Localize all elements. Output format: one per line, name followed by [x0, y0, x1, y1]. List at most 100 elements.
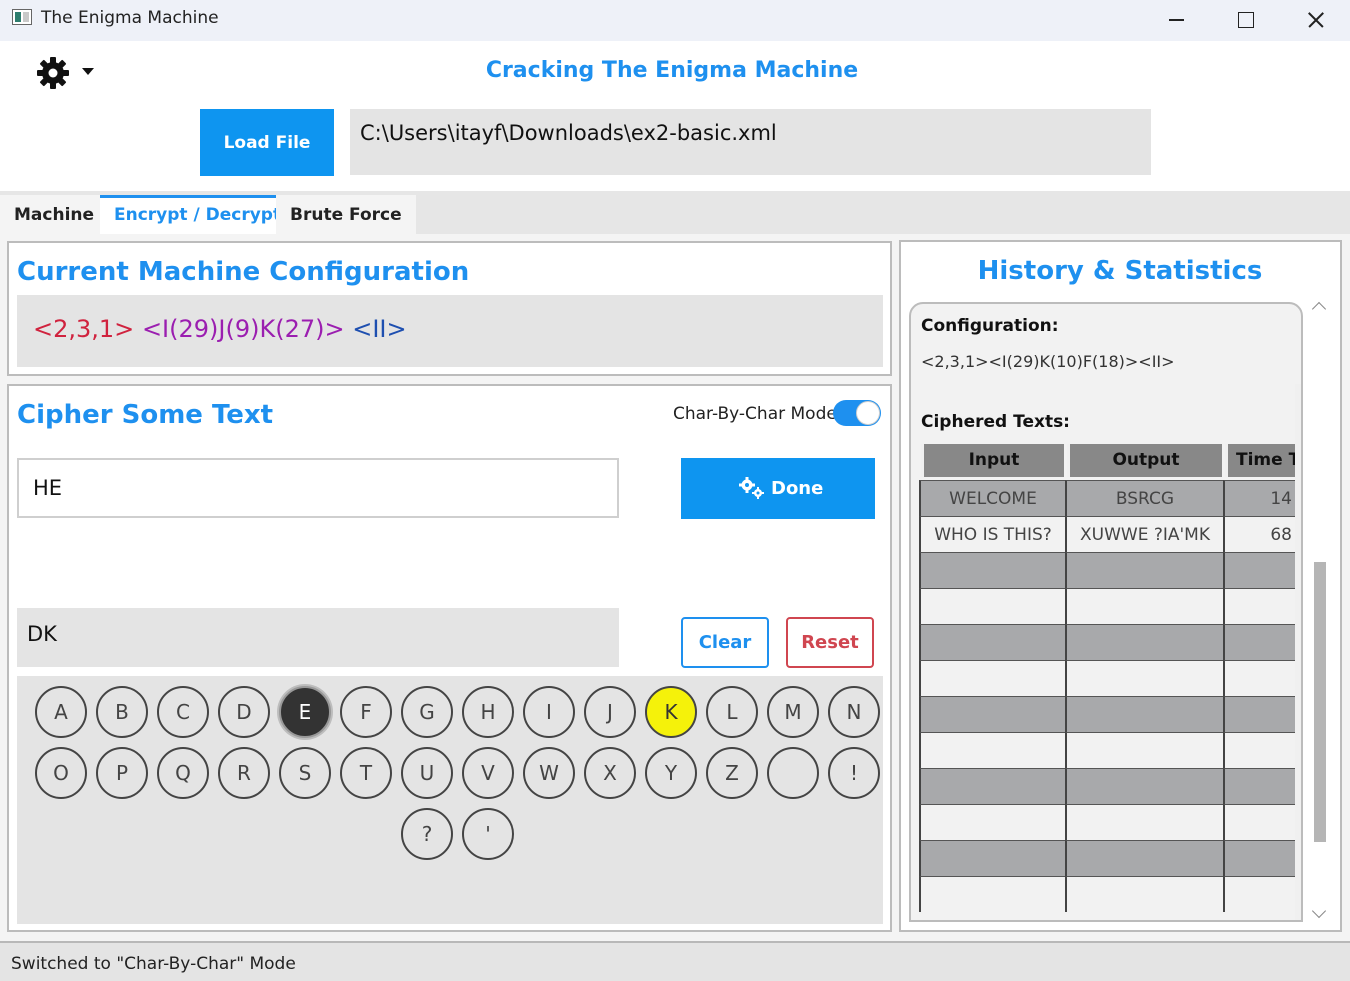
key-Q[interactable]: Q [157, 747, 209, 799]
table-cell [919, 696, 1065, 732]
table-cell [919, 660, 1065, 696]
key-W[interactable]: W [523, 747, 575, 799]
done-button[interactable]: Done [681, 458, 875, 519]
history-configuration: <2,3,1><I(29)K(10)F(18)><II> [921, 352, 1175, 371]
column-header-2[interactable]: Time T [1225, 444, 1295, 477]
config-positions: <I(29)J(9)K(27)> [141, 315, 345, 343]
toggle-knob [856, 401, 880, 425]
tab-brute-force[interactable]: Brute Force [276, 195, 416, 234]
table-cell: XUWWE ?IA'MK [1065, 516, 1223, 552]
table-cell [1223, 624, 1296, 660]
key-Y[interactable]: Y [645, 747, 697, 799]
table-cell [1065, 804, 1223, 840]
chevron-down-icon[interactable] [82, 68, 94, 75]
key-R[interactable]: R [218, 747, 270, 799]
table-cell [1065, 552, 1223, 588]
key-N[interactable]: N [828, 686, 880, 738]
minimize-icon[interactable] [1140, 0, 1210, 41]
inner-scrollbar[interactable] [1295, 384, 1301, 920]
history-title: History & Statistics [977, 256, 1263, 286]
scroll-up-icon[interactable] [1311, 301, 1327, 317]
status-text: Switched to "Char-By-Char" Mode [11, 954, 296, 974]
key-'[interactable]: ' [462, 808, 514, 860]
table-cell [1065, 768, 1223, 804]
key-?[interactable]: ? [401, 808, 453, 860]
key-T[interactable]: T [340, 747, 392, 799]
table-cell: WHO IS THIS? [919, 516, 1065, 552]
scroll-down-icon[interactable] [1311, 903, 1327, 919]
table-cell: 14 [1223, 480, 1296, 516]
key-M[interactable]: M [767, 686, 819, 738]
maximize-icon[interactable] [1210, 0, 1280, 41]
config-panel-title: Current Machine Configuration [17, 257, 470, 287]
table-cell [1223, 732, 1296, 768]
table-cell [1223, 840, 1296, 876]
table-cell [919, 732, 1065, 768]
key-S[interactable]: S [279, 747, 331, 799]
cipher-input[interactable]: HE [17, 458, 619, 518]
cipher-panel: Cipher Some Text Char-By-Char Mode HE Do… [7, 384, 892, 932]
done-label: Done [771, 477, 824, 499]
keyboard: ABCDEFGHIJKLMN OPQRSTUVWXYZ !? ' [17, 676, 883, 924]
key-K[interactable]: K [645, 686, 697, 738]
table-cell: BSRCG [1065, 480, 1223, 516]
config-rotors: <2,3,1> [33, 315, 135, 343]
key-C[interactable]: C [157, 686, 209, 738]
table-cell [919, 552, 1065, 588]
close-icon[interactable] [1280, 0, 1350, 41]
key-P[interactable]: P [96, 747, 148, 799]
clear-button[interactable]: Clear [681, 617, 769, 668]
key-U[interactable]: U [401, 747, 453, 799]
key-X[interactable]: X [584, 747, 636, 799]
key-![interactable]: ! [828, 747, 880, 799]
mode-toggle-label: Char-By-Char Mode [673, 404, 837, 424]
key-L[interactable]: L [706, 686, 758, 738]
table-cell [919, 624, 1065, 660]
key-G[interactable]: G [401, 686, 453, 738]
tab-encrypt-decrypt[interactable]: Encrypt / Decrypt [100, 195, 296, 234]
table-cell [919, 876, 1065, 912]
key-B[interactable]: B [96, 686, 148, 738]
load-file-button[interactable]: Load File [200, 109, 334, 176]
page-title: Cracking The Enigma Machine [485, 58, 859, 83]
table-cell [1223, 804, 1296, 840]
table-cell [919, 840, 1065, 876]
key-space[interactable] [767, 747, 819, 799]
key-A[interactable]: A [35, 686, 87, 738]
history-scrollbar[interactable] [1311, 296, 1329, 924]
tab-bar: Machine Encrypt / Decrypt Brute Force [0, 191, 1350, 234]
window-title: The Enigma Machine [41, 8, 219, 28]
key-O[interactable]: O [35, 747, 87, 799]
key-F[interactable]: F [340, 686, 392, 738]
table-cell [1065, 660, 1223, 696]
key-Z[interactable]: Z [706, 747, 758, 799]
tab-machine[interactable]: Machine [0, 195, 109, 234]
ciphered-texts-label: Ciphered Texts: [921, 412, 1070, 432]
char-by-char-toggle[interactable] [833, 400, 881, 426]
config-display: <2,3,1> <I(29)J(9)K(27)> <II> [17, 295, 883, 367]
table-cell [1065, 624, 1223, 660]
config-reflector: <II> [352, 315, 407, 343]
column-header-0[interactable]: Input [921, 444, 1064, 477]
table-cell [1223, 660, 1296, 696]
file-path-field: C:\Users\itayf\Downloads\ex2-basic.xml [350, 109, 1151, 175]
table-cell [1065, 840, 1223, 876]
key-H[interactable]: H [462, 686, 514, 738]
gears-icon [739, 477, 764, 499]
configuration-label: Configuration: [921, 316, 1059, 336]
scroll-thumb[interactable] [1314, 562, 1326, 842]
table-cell [1223, 876, 1296, 912]
gear-icon[interactable] [36, 56, 70, 90]
key-D[interactable]: D [218, 686, 270, 738]
table-cell [919, 804, 1065, 840]
config-panel: Current Machine Configuration <2,3,1> <I… [7, 241, 892, 376]
key-I[interactable]: I [523, 686, 575, 738]
reset-button[interactable]: Reset [786, 617, 874, 668]
column-header-1[interactable]: Output [1067, 444, 1222, 477]
table-cell [1065, 696, 1223, 732]
key-V[interactable]: V [462, 747, 514, 799]
table-cell [1223, 588, 1296, 624]
key-J[interactable]: J [584, 686, 636, 738]
table-cell [919, 588, 1065, 624]
key-E[interactable]: E [279, 686, 331, 738]
